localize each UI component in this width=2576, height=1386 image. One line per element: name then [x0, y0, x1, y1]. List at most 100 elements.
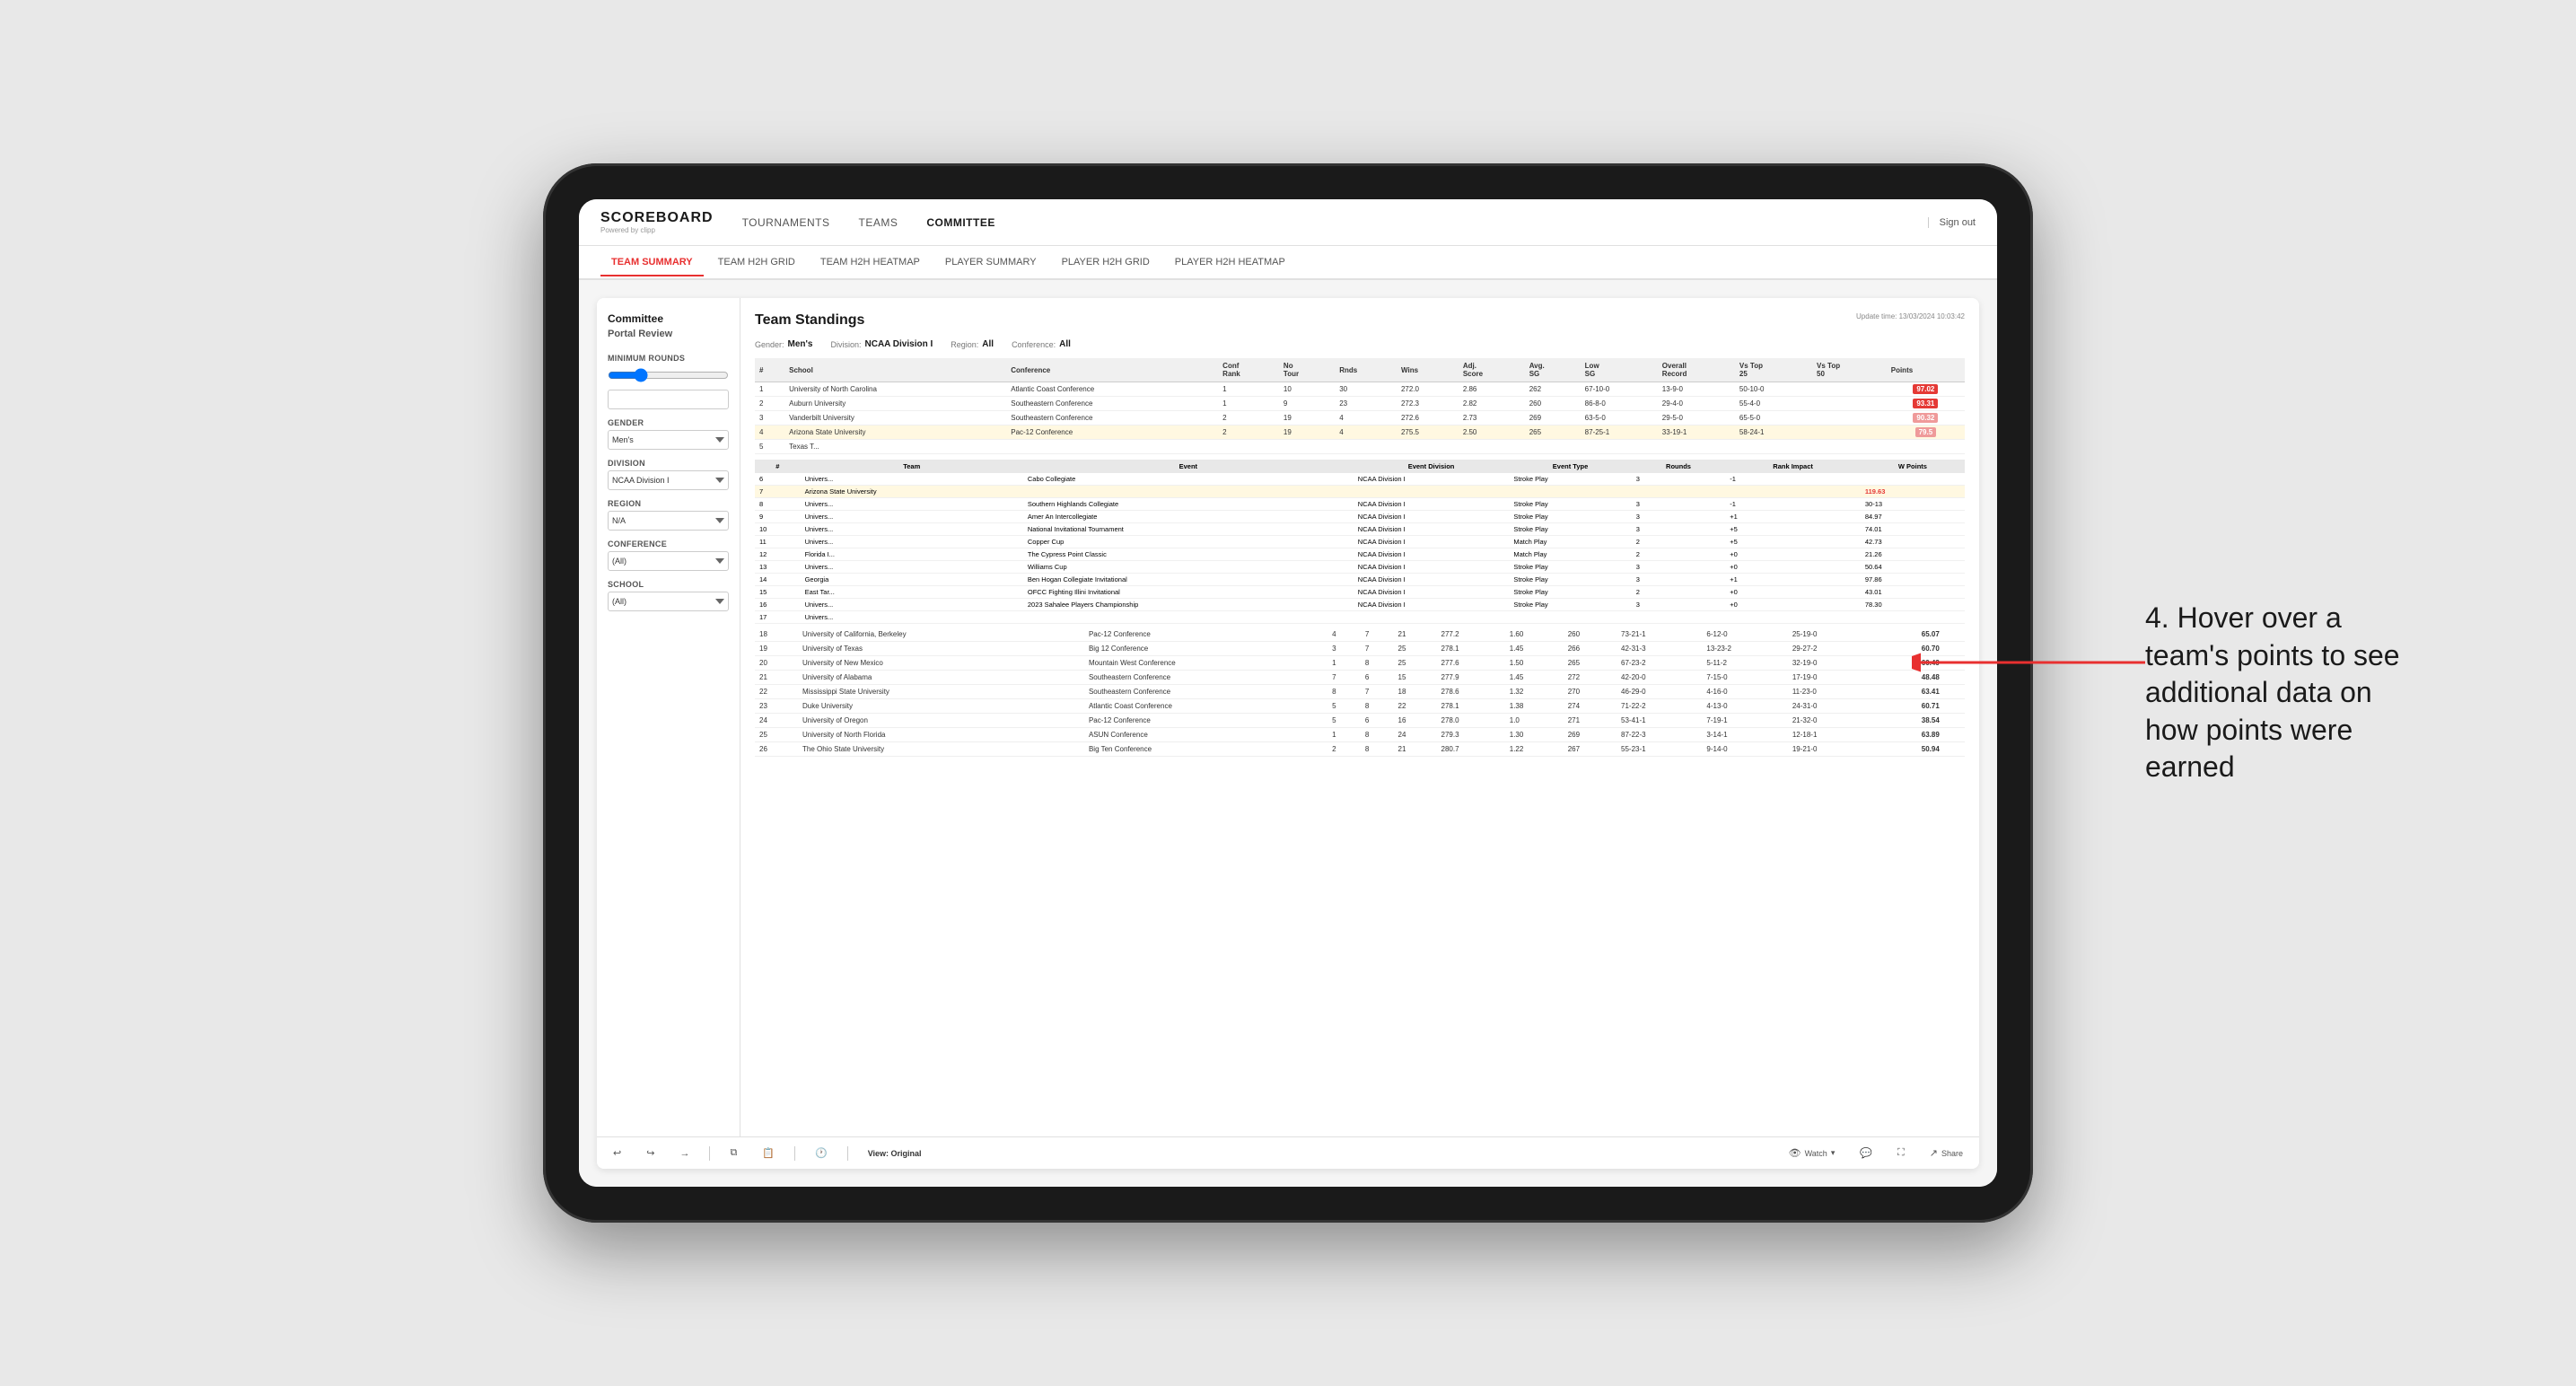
sub-nav-player-h2h-grid[interactable]: PLAYER H2H GRID: [1051, 250, 1161, 275]
region-select[interactable]: N/A East West: [608, 511, 729, 531]
watch-button[interactable]: 👁 Watch ▾: [1783, 1145, 1841, 1162]
toolbar-divider-1: [709, 1146, 710, 1161]
hover-detail-table: # Team Event Event Division Event Type R…: [755, 460, 1965, 624]
copy-button[interactable]: ⧉: [724, 1145, 742, 1162]
share-icon: ↗: [1930, 1147, 1938, 1159]
main-content: Committee Portal Review Minimum Rounds 3…: [579, 280, 1997, 1187]
table-row: 2 Auburn University Southeastern Confere…: [755, 397, 1965, 411]
nav-teams[interactable]: TEAMS: [859, 213, 898, 232]
table-row: 3 Vanderbilt University Southeastern Con…: [755, 411, 1965, 425]
gender-select[interactable]: Men's Women's: [608, 430, 729, 450]
hover-row: 11 Univers... Copper Cup NCAA Division I…: [755, 536, 1965, 548]
col-points: Points: [1887, 358, 1965, 382]
division-label: Division: [608, 459, 729, 468]
table-row: 21 University of Alabama Southeastern Co…: [755, 671, 1965, 685]
view-button[interactable]: View: Original: [863, 1146, 927, 1161]
filter-division-label: Division:: [830, 340, 861, 349]
sidebar-subtitle: Portal Review: [608, 329, 729, 339]
standings-table-continued: 18 University of California, Berkeley Pa…: [755, 627, 1965, 757]
hover-row: 8 Univers... Southern Highlands Collegia…: [755, 498, 1965, 511]
hover-row: 15 East Tar... OFCC Fighting Illini Invi…: [755, 586, 1965, 599]
conference-label: Conference: [608, 539, 729, 548]
table-row: 23 Duke University Atlantic Coast Confer…: [755, 699, 1965, 714]
col-school: School: [784, 358, 1006, 382]
table-row: 19 University of Texas Big 12 Conference…: [755, 642, 1965, 656]
col-overall: OverallRecord: [1658, 358, 1735, 382]
share-button[interactable]: ↗ Share: [1924, 1145, 1968, 1162]
tablet-frame: SCOREBOARD Powered by clipp TOURNAMENTS …: [543, 163, 2033, 1223]
filter-division: Division: NCAA Division I: [830, 339, 933, 349]
sub-nav-team-h2h-grid[interactable]: TEAM H2H GRID: [707, 250, 806, 275]
conference-select[interactable]: (All) ACC Big 12 SEC: [608, 551, 729, 571]
forward-button[interactable]: →: [674, 1145, 695, 1162]
table-row: 25 University of North Florida ASUN Conf…: [755, 728, 1965, 742]
filter-row: Gender: Men's Division: NCAA Division I …: [755, 339, 1965, 349]
sub-nav-team-h2h-heatmap[interactable]: TEAM H2H HEATMAP: [810, 250, 931, 275]
update-time: Update time: 13/03/2024 10:03:42: [1856, 312, 1965, 320]
toolbar-divider-3: [847, 1146, 848, 1161]
table-row: 20 University of New Mexico Mountain Wes…: [755, 656, 1965, 671]
logo-area: SCOREBOARD Powered by clipp: [600, 210, 714, 234]
sign-out-link[interactable]: Sign out: [1928, 217, 1976, 228]
col-vs-top25: Vs Top25: [1735, 358, 1812, 382]
hover-row: 12 Florida I... The Cypress Point Classi…: [755, 548, 1965, 561]
col-rank: #: [755, 358, 784, 382]
undo-button[interactable]: ↩: [608, 1145, 626, 1162]
school-label: School: [608, 580, 729, 589]
min-rounds-input[interactable]: 3: [608, 390, 729, 409]
filter-region-value: All: [982, 339, 994, 349]
table-header: # School Conference ConfRank NoTour Rnds…: [755, 358, 1965, 382]
filter-gender: Gender: Men's: [755, 339, 812, 349]
comment-button[interactable]: 💬: [1854, 1145, 1878, 1162]
logo-text: SCOREBOARD: [600, 210, 714, 226]
hover-row: 10 Univers... National Invitational Tour…: [755, 523, 1965, 536]
hover-table-header: # Team Event Event Division Event Type R…: [755, 460, 1965, 473]
paste-button[interactable]: 📋: [757, 1145, 780, 1162]
col-vs-top50: Vs Top50: [1812, 358, 1887, 382]
col-low-sg: LowSG: [1581, 358, 1658, 382]
hover-row-highlighted: 7 Arizona State University 119.63: [755, 486, 1965, 498]
col-conference: Conference: [1006, 358, 1218, 382]
col-rnds: Rnds: [1335, 358, 1397, 382]
fullscreen-icon: ⛶: [1897, 1147, 1905, 1159]
filter-gender-value: Men's: [788, 339, 813, 349]
school-select[interactable]: (All): [608, 592, 729, 611]
sub-nav-team-summary[interactable]: TEAM SUMMARY: [600, 250, 704, 276]
sub-nav-player-h2h-heatmap[interactable]: PLAYER H2H HEATMAP: [1164, 250, 1296, 275]
region-label: Region: [608, 499, 729, 508]
col-conf-rank: ConfRank: [1218, 358, 1279, 382]
watch-label: Watch: [1805, 1149, 1827, 1158]
annotation-arrow: [1912, 636, 2163, 689]
annotation-area: 4. Hover over a team's points to see add…: [2145, 600, 2432, 786]
table-row highlighted: 4 Arizona State University Pac-12 Confer…: [755, 425, 1965, 440]
min-rounds-slider[interactable]: [608, 365, 729, 385]
filter-region: Region: All: [951, 339, 994, 349]
sub-nav-player-summary[interactable]: PLAYER SUMMARY: [934, 250, 1047, 275]
undo-icon: ↩: [613, 1147, 621, 1159]
table-row: 5 Texas T...: [755, 440, 1965, 454]
filter-conference-value: All: [1059, 339, 1071, 349]
fullscreen-button[interactable]: ⛶: [1892, 1145, 1910, 1162]
table-header-row: Team Standings Update time: 13/03/2024 1…: [755, 312, 1965, 329]
division-select[interactable]: NCAA Division I NCAA Division II NCAA Di…: [608, 470, 729, 490]
table-row: 1 University of North Carolina Atlantic …: [755, 382, 1965, 397]
paste-icon: 📋: [762, 1147, 775, 1159]
filter-conference-label: Conference:: [1012, 340, 1056, 349]
table-title: Team Standings: [755, 312, 864, 329]
copy-icon: ⧉: [730, 1147, 737, 1159]
table-row: 26 The Ohio State University Big Ten Con…: [755, 742, 1965, 757]
table-row: 22 Mississippi State University Southeas…: [755, 685, 1965, 699]
redo-button[interactable]: ↪: [641, 1145, 660, 1162]
clock-button[interactable]: 🕐: [810, 1145, 833, 1162]
col-avg-score: Avg.SG: [1525, 358, 1581, 382]
hover-row: 17 Univers...: [755, 611, 1965, 624]
hover-row: 13 Univers... Williams Cup NCAA Division…: [755, 561, 1965, 574]
filter-region-label: Region:: [951, 340, 978, 349]
nav-tournaments[interactable]: TOURNAMENTS: [742, 213, 830, 232]
eye-icon: 👁: [1789, 1147, 1801, 1159]
sidebar-title: Committee: [608, 312, 729, 325]
col-no-tour: NoTour: [1279, 358, 1335, 382]
col-wins: Wins: [1397, 358, 1459, 382]
nav-committee[interactable]: COMMITTEE: [926, 213, 995, 232]
comment-icon: 💬: [1860, 1147, 1872, 1159]
